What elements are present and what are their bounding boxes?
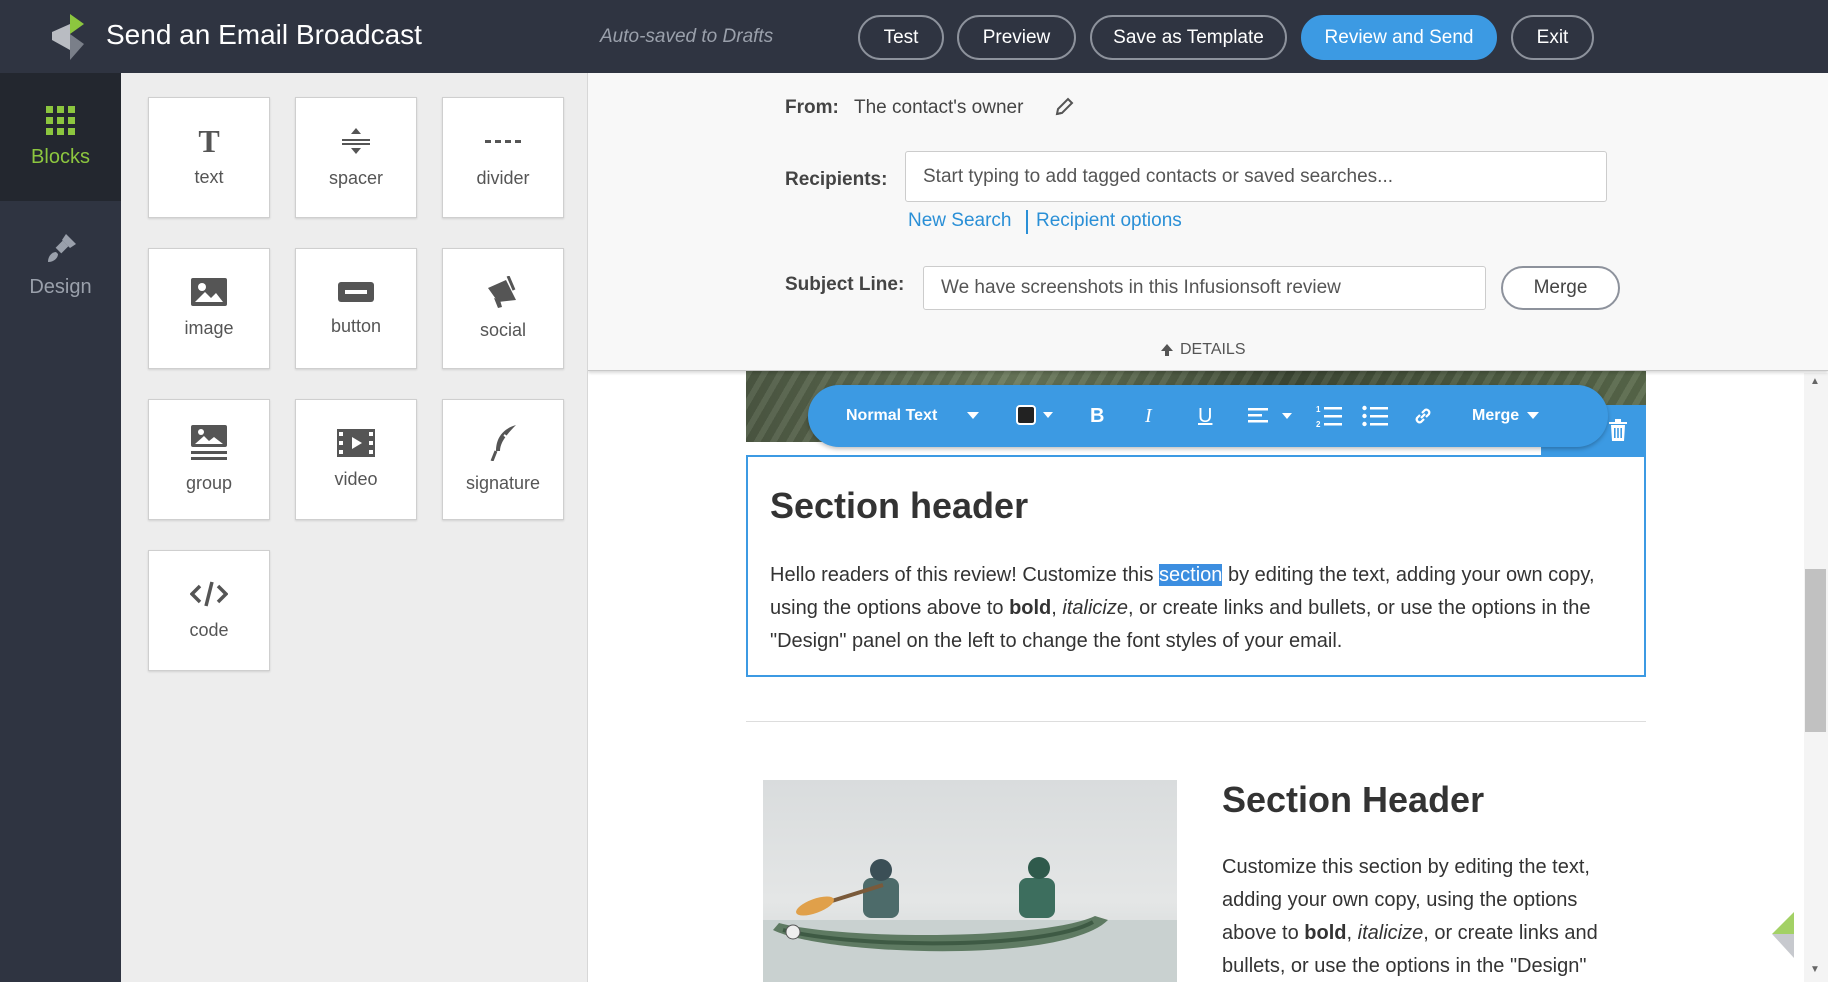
bullet-list-button[interactable] [1362,385,1388,447]
text-color-picker[interactable] [1016,385,1056,447]
chevron-down-icon [967,412,980,419]
link-icon [1415,408,1431,424]
canoe-image [763,857,1177,982]
blocks-panel: T text spacer divider image button socia… [121,73,588,982]
unordered-list-icon [1362,405,1388,427]
grid-icon [45,105,75,135]
details-toggle-label: DETAILS [1180,341,1246,358]
italic-button[interactable]: I [1145,385,1152,447]
editor-area: From: The contact's owner Recipients: St… [588,73,1828,982]
scroll-down-arrow[interactable]: ▼ [1810,964,1820,975]
left-nav: Blocks Design [0,73,121,982]
recipients-label: Recipients: [785,169,888,190]
block-social[interactable]: social [442,248,564,369]
details-toggle[interactable]: DETAILS [1160,341,1246,359]
merge-field-dropdown[interactable]: Merge [1472,385,1540,447]
code-icon [190,581,228,607]
subject-merge-button[interactable]: Merge [1501,266,1620,310]
help-logo-icon[interactable] [1766,912,1796,958]
trash-icon [1609,419,1627,441]
numbered-list-button[interactable]: 12 [1316,385,1342,447]
scrollbar-thumb[interactable] [1805,569,1826,732]
align-dropdown[interactable] [1248,385,1294,447]
block-text[interactable]: T text [148,97,270,218]
test-button[interactable]: Test [858,15,944,60]
exit-button[interactable]: Exit [1511,15,1594,60]
recipient-options-link[interactable]: Recipient options [1036,210,1182,232]
nav-design[interactable]: Design [0,201,121,329]
details-panel: From: The contact's owner Recipients: St… [588,73,1828,371]
from-value: The contact's owner [854,97,1024,118]
pencil-icon[interactable] [1054,97,1074,117]
nav-blocks[interactable]: Blocks [0,73,121,201]
nav-blocks-label: Blocks [31,145,90,168]
text-icon: T [198,127,219,155]
underline-icon: U [1198,404,1213,427]
scroll-up-arrow[interactable]: ▲ [1810,376,1820,387]
section-header[interactable]: Section header [770,485,1028,527]
arrow-up-icon [1161,344,1173,356]
save-as-template-button[interactable]: Save as Template [1090,15,1287,60]
link-separator [1026,210,1028,234]
block-image[interactable]: image [148,248,270,369]
selected-text: section [1159,564,1223,586]
megaphone-icon [488,276,516,308]
section-2-body[interactable]: Customize this section by editing the te… [1222,851,1622,982]
subject-label: Subject Line: [785,274,905,295]
text-style-dropdown[interactable]: Normal Text [846,385,980,447]
italic-icon: I [1145,404,1152,427]
color-swatch-icon [1016,405,1053,425]
section-2-header[interactable]: Section Header [1222,779,1484,821]
block-button[interactable]: button [295,248,417,369]
group-icon [191,425,227,460]
new-search-link[interactable]: New Search [908,210,1012,232]
spacer-icon [342,128,370,154]
bold-icon: B [1090,404,1105,427]
block-spacer[interactable]: spacer [295,97,417,218]
page-title: Send an Email Broadcast [106,19,422,50]
recipients-input[interactable]: Start typing to add tagged contacts or s… [905,151,1607,202]
block-code[interactable]: code [148,550,270,671]
bold-button[interactable]: B [1090,385,1104,447]
canoe-photo[interactable] [763,780,1177,982]
text-block-selected[interactable]: Section header Hello readers of this rev… [746,455,1646,677]
block-signature[interactable]: signature [442,399,564,520]
block-divider[interactable]: divider [442,97,564,218]
svg-text:1: 1 [1316,405,1321,414]
from-label: From: [785,97,839,118]
ordered-list-icon: 12 [1316,405,1342,427]
preview-button[interactable]: Preview [957,15,1076,60]
svg-text:T: T [198,127,219,155]
autosave-status: Auto-saved to Drafts [600,26,774,47]
image-icon [191,278,227,306]
block-video[interactable]: video [295,399,417,520]
svg-text:2: 2 [1316,420,1321,427]
email-canvas: Section header Hello readers of this rev… [746,371,1646,982]
infusionsoft-logo [52,14,84,60]
top-bar: Send an Email Broadcast Auto-saved to Dr… [0,0,1828,73]
quill-icon [490,425,516,461]
divider-icon [485,140,521,143]
underline-button[interactable]: U [1198,385,1212,447]
block-group[interactable]: group [148,399,270,520]
paintbrush-icon [47,233,76,262]
button-icon [338,282,374,302]
video-icon [337,429,375,457]
review-and-send-button[interactable]: Review and Send [1301,15,1497,60]
align-left-icon [1248,408,1292,423]
nav-design-label: Design [29,275,92,298]
chevron-down-icon [1527,412,1540,419]
section-body[interactable]: Hello readers of this review! Customize … [770,559,1620,658]
subject-line-input[interactable]: We have screenshots in this Infusionsoft… [923,266,1486,310]
link-button[interactable] [1412,385,1434,447]
divider-line [746,721,1646,722]
text-format-toolbar: Normal Text B I U 12 Merge [808,385,1608,447]
